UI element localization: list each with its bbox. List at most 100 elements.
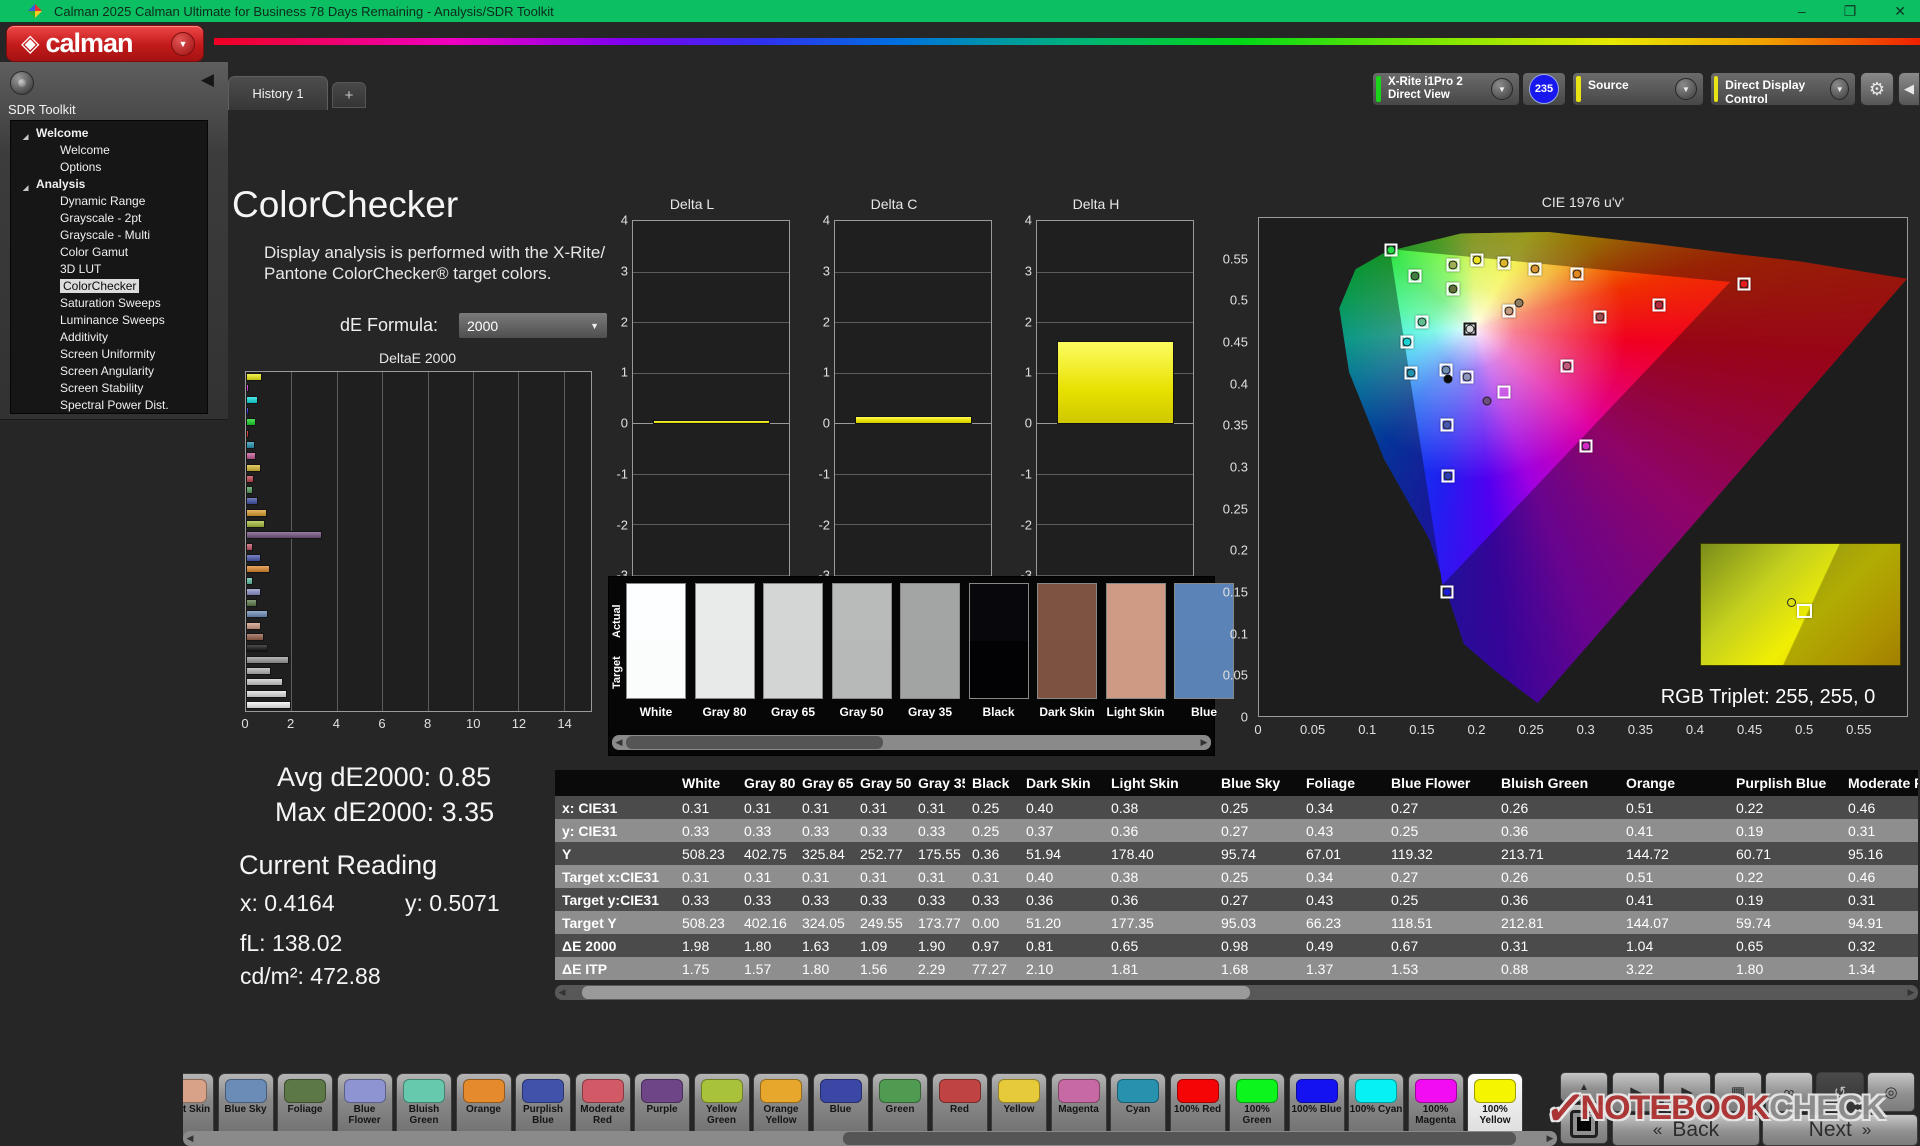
sidebar-item-analysis[interactable]: ◢ Analysis (11, 176, 207, 193)
patch-button-red[interactable]: Red (931, 1073, 988, 1139)
scroll-right-icon[interactable]: ▶ (1904, 987, 1918, 998)
patch-button-100-cyan[interactable]: 100% Cyan (1348, 1073, 1404, 1139)
swatch-gray-80 (694, 583, 755, 699)
sidebar-item-dynamic-range[interactable]: Dynamic Range (11, 193, 207, 210)
axis-tick-label: 0.1 (1358, 722, 1377, 737)
patch-button-cyan[interactable]: Cyan (1110, 1073, 1166, 1139)
axis-tick-label: 0.15 (1222, 584, 1248, 600)
swatch-target (901, 641, 959, 698)
sidebar-item-grayscale-2pt[interactable]: Grayscale - 2pt (11, 210, 207, 227)
transport-mini-button-6[interactable]: ◎ (1867, 1072, 1915, 1112)
patch-button-100-yellow[interactable]: 100% Yellow (1467, 1073, 1523, 1139)
patch-button-label: 100% Cyan (1349, 1104, 1403, 1115)
table-cell: 0.43 (1299, 819, 1384, 842)
meter-dropdown-chevron-icon[interactable]: ▼ (1491, 78, 1513, 100)
de-formula-select[interactable]: 2000 ▼ (458, 312, 608, 339)
deltae-bar-green (246, 486, 253, 495)
meter-count-box: 235 (1522, 72, 1566, 106)
calman-menu-chevron-icon[interactable]: ▼ (171, 31, 195, 56)
patch-button-100-green[interactable]: 100% Green (1229, 1073, 1285, 1139)
patch-button-orange-yellow[interactable]: Orange Yellow (753, 1073, 809, 1139)
patch-button-foliage[interactable]: Foliage (277, 1073, 333, 1139)
gear-icon: ⚙ (1868, 78, 1886, 99)
patch-button-100-magenta[interactable]: 100% Magenta (1407, 1073, 1464, 1139)
sidebar-item-colorchecker[interactable]: ColorChecker (11, 278, 207, 295)
source-dropdown[interactable]: Source ▼ (1572, 72, 1704, 106)
sidebar-item-options[interactable]: Options (11, 159, 207, 176)
minimize-button[interactable]: – (1798, 0, 1806, 22)
sidebar-item-welcome[interactable]: ◢ Welcome (11, 125, 207, 142)
deltae-bar-purple (246, 531, 323, 540)
back-button[interactable]: « Back (1612, 1114, 1760, 1146)
add-tab-button[interactable]: + (332, 82, 366, 108)
patch-button-yellow-green[interactable]: Yellow Green (693, 1073, 750, 1139)
sidebar-item-luminance-sweeps[interactable]: Luminance Sweeps (11, 312, 207, 329)
patch-button-100-blue[interactable]: 100% Blue (1288, 1073, 1345, 1139)
swatch-strip-scrollbar[interactable]: ◀ ▶ (612, 735, 1211, 750)
sidebar-item-screen-angularity[interactable]: Screen Angularity (11, 363, 207, 380)
sidebar-item-screen-stability[interactable]: Screen Stability (11, 380, 207, 397)
next-button[interactable]: Next » (1762, 1114, 1918, 1146)
patch-button-orange[interactable]: Orange (455, 1073, 512, 1139)
cie-measured-dot (1654, 300, 1664, 310)
transport-mini-button-1[interactable]: ▶ (1612, 1072, 1660, 1112)
transport-mini-button-3[interactable]: ▦ (1714, 1072, 1762, 1112)
stop-button[interactable] (1560, 1104, 1608, 1144)
table-cell: 95.16 (1841, 842, 1918, 865)
sidebar-item-spectral-power-dist[interactable]: Spectral Power Dist. (11, 397, 207, 414)
deltae-bar-gray-80 (246, 689, 287, 698)
tab-history-1[interactable]: History 1 (228, 76, 328, 110)
patch-button-purple[interactable]: Purple (634, 1073, 690, 1139)
patch-bar-scrollbar[interactable]: ◀ ▶ (183, 1131, 1557, 1146)
patch-button-purplish-blue[interactable]: Purplish Blue (515, 1073, 571, 1139)
table-cell: 175.55 (911, 842, 965, 865)
sidebar-item-3d-lut[interactable]: 3D LUT (11, 261, 207, 278)
patch-swatch (343, 1079, 386, 1103)
meter-dropdown[interactable]: X-Rite i1Pro 2 Direct View ▼ (1372, 72, 1520, 106)
restore-button[interactable]: ❐ (1844, 0, 1857, 22)
cie-x-axis: 0 0.05 0.1 0.15 0.2 0.25 0.3 0.35 0.4 0.45 0.5 0.55 (1254, 722, 1908, 738)
patch-button-blue-flower[interactable]: Blue Flower (336, 1073, 393, 1139)
patch-button-moderate-red[interactable]: Moderate Red (574, 1073, 631, 1139)
scroll-left-icon[interactable]: ◀ (555, 987, 569, 998)
transport-mini-button-4[interactable]: ∞ (1765, 1072, 1813, 1112)
patch-button-magenta[interactable]: Magenta (1050, 1073, 1107, 1139)
patch-button-bluish-green[interactable]: Bluish Green (396, 1073, 452, 1139)
sidebar-item-screen-uniformity[interactable]: Screen Uniformity (11, 346, 207, 363)
table-scrollbar[interactable]: ◀ ▶ (555, 985, 1918, 1000)
transport-mini-button-5[interactable]: ↺ (1816, 1072, 1864, 1112)
sidebar-item-additivity[interactable]: Additivity (11, 329, 207, 346)
sidebar-item-saturation-sweeps[interactable]: Saturation Sweeps (11, 295, 207, 312)
panel-collapse-button[interactable]: ◀ (1898, 72, 1920, 106)
scroll-left-icon[interactable]: ◀ (612, 737, 626, 748)
patch-button-blue-sky[interactable]: Blue Sky (217, 1073, 274, 1139)
table-cell: 0.32 (1841, 934, 1918, 957)
calman-menu-button[interactable]: ◈ calman ▼ (6, 25, 204, 62)
cie-measured-dot (1442, 587, 1452, 597)
patch-button-100-red[interactable]: 100% Red (1169, 1073, 1226, 1139)
sidebar-item-color-gamut[interactable]: Color Gamut (11, 244, 207, 261)
scroll-right-icon[interactable]: ▶ (1197, 737, 1211, 748)
patch-button-yellow[interactable]: Yellow (991, 1073, 1047, 1139)
patch-button-green[interactable]: Green (872, 1073, 928, 1139)
settings-gear-button[interactable]: ⚙ (1860, 72, 1894, 106)
collapse-up-button[interactable]: ▲ (1560, 1072, 1608, 1102)
scroll-left-icon[interactable]: ◀ (183, 1133, 197, 1144)
sidebar-orb-button[interactable] (10, 71, 34, 95)
stop-icon (1570, 1110, 1598, 1138)
source-dropdown-chevron-icon[interactable]: ▼ (1675, 78, 1697, 100)
sidebar-item-welcome[interactable]: Welcome (11, 142, 207, 159)
display-control-dropdown-chevron-icon[interactable]: ▼ (1830, 78, 1849, 100)
axis-tick-label: 2 (287, 716, 295, 731)
sidebar-collapse-icon[interactable]: ◀ (201, 70, 214, 90)
patch-button-light-skin[interactable]: Light Skin (183, 1073, 214, 1139)
patch-button-blue[interactable]: Blue (812, 1073, 869, 1139)
transport-mini-button-2[interactable]: ▶ (1663, 1072, 1711, 1112)
axis-tick-label: 0.3 (1576, 722, 1595, 737)
close-button[interactable]: ✕ (1894, 0, 1906, 22)
sidebar-item-grayscale-multi[interactable]: Grayscale - Multi (11, 227, 207, 244)
table-cell: 0.25 (1384, 819, 1494, 842)
display-control-dropdown[interactable]: Direct Display Control ▼ (1710, 72, 1856, 106)
table-cell: 0.00 (965, 911, 1019, 934)
scroll-right-icon[interactable]: ▶ (1543, 1133, 1557, 1144)
